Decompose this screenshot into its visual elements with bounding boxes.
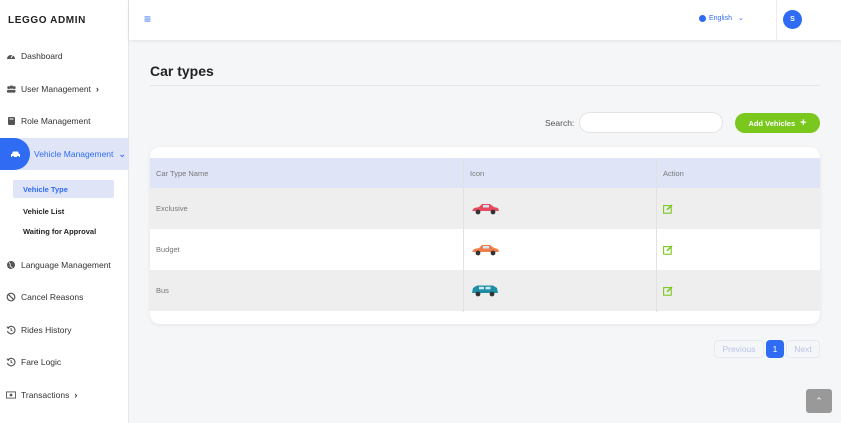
edit-icon xyxy=(663,203,673,214)
sidebar-item-label: User Management xyxy=(21,84,91,94)
car-type-name: Budget xyxy=(156,245,180,254)
book-icon xyxy=(6,116,16,126)
search-label: Search: xyxy=(545,118,575,128)
pagination-page-1[interactable]: 1 xyxy=(766,340,784,358)
edit-button[interactable] xyxy=(663,270,673,311)
sidebar-item-label: Dashboard xyxy=(21,51,63,61)
car-icon xyxy=(470,188,500,229)
edit-button[interactable] xyxy=(663,188,673,229)
brand-logo: LEGGO ADMIN xyxy=(8,14,86,26)
sidebar: LEGGO ADMIN Dashboard User Management › … xyxy=(0,0,129,423)
car-icon xyxy=(470,229,500,270)
column-header-name[interactable]: Car Type Name xyxy=(156,158,208,188)
sidebar-item-rides-history[interactable]: Rides History xyxy=(0,320,129,340)
plus-icon: + xyxy=(800,117,807,129)
car-type-name: Bus xyxy=(156,286,169,295)
table-row: Bus xyxy=(150,270,820,311)
sidebar-item-fare-logic[interactable]: Fare Logic xyxy=(0,352,129,372)
avatar[interactable]: S xyxy=(783,10,802,29)
car-type-name: Exclusive xyxy=(156,204,188,213)
edit-icon xyxy=(663,285,673,296)
globe-icon xyxy=(699,14,706,22)
globe-icon xyxy=(6,260,16,270)
sidebar-item-label: Rides History xyxy=(21,325,72,335)
submenu-item-vehicle-type[interactable]: Vehicle Type xyxy=(13,180,114,198)
users-icon xyxy=(6,84,16,94)
sidebar-item-transactions[interactable]: Transactions › xyxy=(0,385,129,405)
car-icon xyxy=(0,138,30,170)
chevron-up-icon: ⌃ xyxy=(815,395,823,406)
edit-button[interactable] xyxy=(663,229,673,270)
column-header-icon[interactable]: Icon xyxy=(470,158,484,188)
column-header-action[interactable]: Action xyxy=(663,158,684,188)
title-divider xyxy=(150,85,820,86)
sidebar-item-dashboard[interactable]: Dashboard xyxy=(0,46,129,66)
language-label: English xyxy=(709,14,732,22)
car-body xyxy=(472,285,498,293)
car-icon xyxy=(470,270,500,311)
chevron-right-icon: › xyxy=(95,84,99,94)
history-icon xyxy=(6,325,16,335)
sidebar-item-vehicle-management[interactable]: Vehicle Management ⌄ xyxy=(0,138,129,170)
pagination-previous[interactable]: Previous xyxy=(714,340,764,358)
header-divider xyxy=(776,0,777,40)
chevron-right-icon: › xyxy=(74,390,78,400)
submenu-item-vehicle-list[interactable]: Vehicle List xyxy=(13,202,114,220)
page-title: Car types xyxy=(150,63,214,79)
add-vehicles-label: Add Vehicles xyxy=(748,118,796,128)
menu-toggle-icon[interactable]: ≡ xyxy=(144,13,151,25)
sidebar-item-label: Role Management xyxy=(21,116,91,126)
language-selector[interactable]: English ⌄ xyxy=(699,14,744,22)
sidebar-item-cancel-reasons[interactable]: Cancel Reasons xyxy=(0,287,129,307)
column-divider xyxy=(463,158,464,312)
chevron-down-icon: ⌄ xyxy=(118,148,126,159)
search-input[interactable] xyxy=(579,112,723,133)
sidebar-item-language-management[interactable]: Language Management xyxy=(0,255,129,275)
table-row: Budget xyxy=(150,229,820,270)
money-icon xyxy=(6,390,16,400)
sidebar-item-role-management[interactable]: Role Management xyxy=(0,111,129,131)
car-types-table: Car Type Name Icon Action Exclusive Budg… xyxy=(150,147,820,324)
table-header: Car Type Name Icon Action xyxy=(150,158,820,188)
sidebar-item-user-management[interactable]: User Management › xyxy=(0,79,129,99)
column-divider xyxy=(656,158,657,312)
top-header: ≡ English ⌄ S xyxy=(129,0,841,40)
sidebar-item-label: Language Management xyxy=(21,260,111,270)
sidebar-item-label: Vehicle Management xyxy=(34,149,114,159)
sidebar-item-label: Fare Logic xyxy=(21,357,62,367)
sidebar-item-label: Cancel Reasons xyxy=(21,292,84,302)
table-row: Exclusive xyxy=(150,188,820,229)
dashboard-icon xyxy=(6,51,16,61)
add-vehicles-button[interactable]: Add Vehicles + xyxy=(735,113,820,133)
scroll-to-top-button[interactable]: ⌃ xyxy=(806,389,832,413)
chevron-down-icon: ⌄ xyxy=(737,15,744,22)
submenu-item-waiting-approval[interactable]: Waiting for Approval xyxy=(13,222,114,240)
sidebar-item-label: Transactions xyxy=(21,390,70,400)
pagination-next[interactable]: Next xyxy=(786,340,820,358)
history-icon xyxy=(6,357,16,367)
ban-icon xyxy=(6,292,16,302)
edit-icon xyxy=(663,244,673,255)
